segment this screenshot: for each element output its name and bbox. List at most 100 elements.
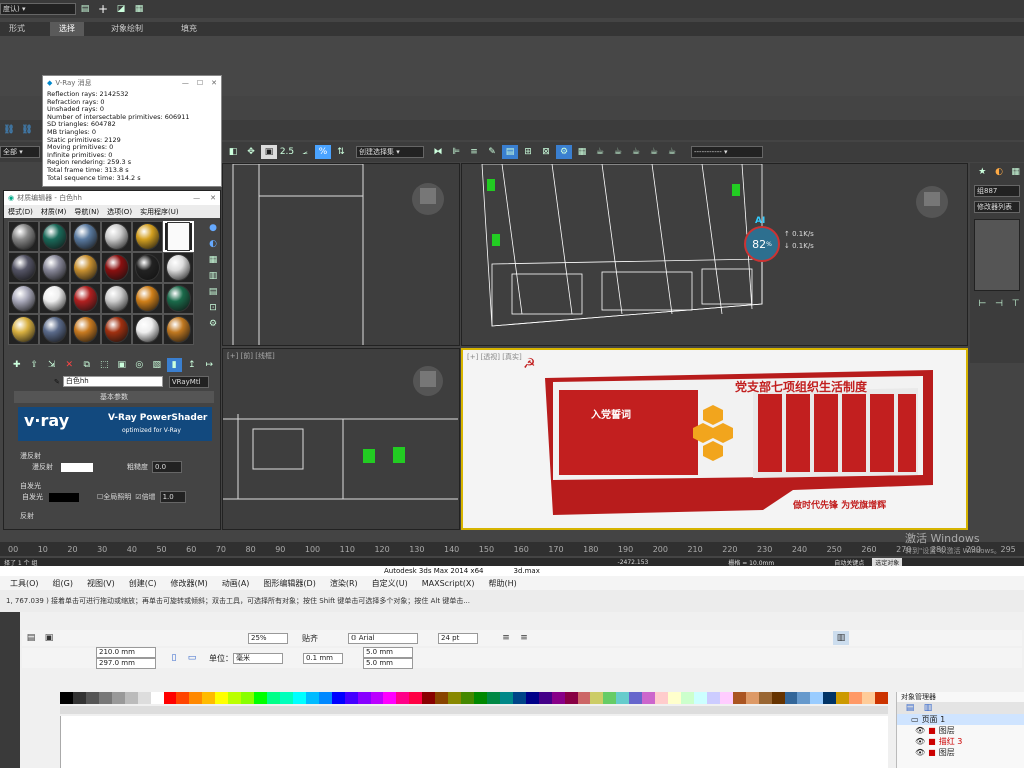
menu-options[interactable]: 选项(O) [107,207,132,217]
material-slot[interactable] [132,252,163,283]
align-center-icon[interactable]: ≡ [516,631,532,645]
material-name-field[interactable]: 白色hh [62,376,163,387]
palette-color[interactable] [111,692,125,704]
selection-filter[interactable]: 全部 ▾ [0,146,40,158]
material-slot[interactable] [101,252,132,283]
minimize-icon[interactable]: — [182,79,189,87]
palette-color[interactable] [655,692,669,704]
material-slot[interactable] [70,252,101,283]
palette-color[interactable] [784,692,798,704]
material-slot[interactable] [101,221,132,252]
palette-color[interactable] [849,692,863,704]
palette-color[interactable] [693,692,707,704]
reference-combo[interactable]: 度认) ▾ [0,3,76,15]
palette-color[interactable] [706,692,720,704]
sample-type-icon[interactable]: ● [205,221,221,235]
palette-color[interactable] [732,692,746,704]
cpu-usage-gauge[interactable]: 82% [744,226,780,262]
palette-color[interactable] [357,692,371,704]
move-icon[interactable]: ✥ [243,145,259,159]
teapot-icon[interactable]: ☕ [628,145,644,159]
teapot2-icon[interactable]: ☕ [646,145,662,159]
palette-color[interactable] [98,692,112,704]
duplicate-x-field[interactable]: 5.0 mm [363,647,413,658]
save-icon[interactable]: ▣ [41,631,57,645]
menu-item[interactable]: 视图(V) [87,578,115,589]
unlink-icon[interactable]: ⛓ [19,123,35,137]
palette-color[interactable] [344,692,358,704]
maximize-icon[interactable]: ☐ [197,79,203,87]
landscape-icon[interactable]: ▭ [184,651,200,665]
palette-color[interactable] [719,692,733,704]
nudge-field[interactable]: 0.1 mm [303,652,343,664]
put-to-scene-icon[interactable]: ⇪ [27,358,43,372]
align-icon[interactable]: ⊫ [448,145,464,159]
rendered-frame-icon[interactable]: ▦ [574,145,590,159]
self-illum-color-swatch[interactable] [49,492,79,502]
material-sample-slots[interactable] [8,221,204,345]
font-combo[interactable]: 𝕆 Arial [348,632,418,644]
align-left-icon[interactable]: ≡ [498,631,514,645]
menu-item[interactable]: 图形编辑器(D) [263,578,315,589]
remove-modifier-icon[interactable]: ⊤ [1008,297,1023,311]
create-tab-icon[interactable]: ★ [975,165,990,179]
uv-tiling-icon[interactable]: ▥ [205,269,221,283]
palette-color[interactable] [383,692,397,704]
render-icon[interactable]: ☕ [592,145,608,159]
schematic-icon[interactable]: ⊞ [520,145,536,159]
curve-editor-icon[interactable]: ▤ [502,145,518,159]
modify-tab-icon[interactable]: ◐ [992,165,1007,179]
palette-color[interactable] [461,692,474,704]
put-library-icon[interactable]: ▣ [114,358,130,372]
video-check-icon[interactable]: ▤ [205,285,221,299]
tab-fill[interactable]: 填充 [172,22,206,36]
render-preset-combo[interactable]: ----------- ▾ [691,146,763,158]
palette-color[interactable] [228,692,242,704]
palette-color[interactable] [603,692,617,704]
palette-color[interactable] [745,692,759,704]
palette-color[interactable] [318,692,332,704]
palette-color[interactable] [810,692,824,704]
go-sibling-icon[interactable]: ↦ [202,358,218,372]
font-size-combo[interactable]: 24 pt [438,632,478,644]
material-slot[interactable] [163,283,194,314]
coordinate-x[interactable]: -2472.153 [618,559,649,566]
tab-object-paint[interactable]: 对象绘制 [102,22,152,36]
page-row[interactable]: ▭ 页面 1 [897,714,1024,725]
view-icon[interactable]: ▥ [833,631,849,645]
palette-color[interactable] [668,692,681,704]
select-layer-icon[interactable]: ◪ [113,2,129,16]
pin-stack-icon[interactable]: ⊢ [975,297,990,311]
roughness-field[interactable]: 0.0 [152,461,182,473]
material-slot[interactable] [8,252,39,283]
reset-icon[interactable]: ✕ [62,358,78,372]
go-parent-icon[interactable]: ↥ [184,358,200,372]
background-icon[interactable]: ▦ [205,253,221,267]
tab-select[interactable]: 选择 [50,22,84,36]
eye-icon[interactable]: 👁 [915,748,925,757]
palette-color[interactable] [305,692,319,704]
palette-color[interactable] [163,692,177,704]
palette-color[interactable] [681,692,694,704]
layer-explorer-icon[interactable]: ≡ [466,145,482,159]
material-slot[interactable] [39,252,70,283]
material-slot[interactable] [101,314,132,345]
eye-icon[interactable]: 👁 [915,726,925,735]
material-slot[interactable] [70,221,101,252]
layer-manager-icon[interactable]: ▦ [131,2,147,16]
palette-color[interactable] [241,692,255,704]
palette-color[interactable] [486,692,500,704]
assign-icon[interactable]: ⇲ [44,358,60,372]
percent-icon[interactable]: % [315,145,331,159]
show-result-icon[interactable]: ⊣ [992,297,1007,311]
portrait-icon[interactable]: ▯ [166,651,182,665]
palette-color[interactable] [72,692,86,704]
palette-color[interactable] [60,692,73,704]
options-icon[interactable]: ⚙ [205,317,221,331]
palette-color[interactable] [124,692,138,704]
unit-combo[interactable]: 毫米 [233,652,283,664]
palette-color[interactable] [564,692,578,704]
palette-color[interactable] [616,692,630,704]
palette-color[interactable] [823,692,837,704]
viewport-label-front[interactable]: [+] [前] [线框] [227,351,275,361]
